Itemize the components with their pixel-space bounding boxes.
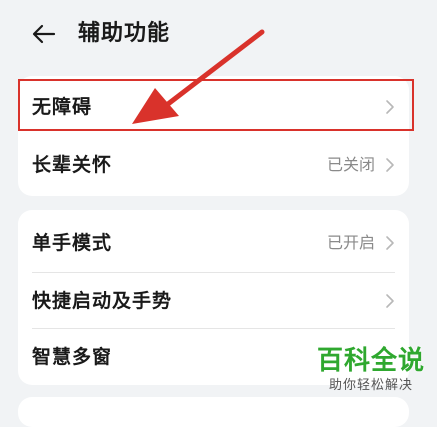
arrow-left-icon[interactable] xyxy=(30,20,58,48)
one-hand-mode-row[interactable]: 单手模式 已开启 xyxy=(18,214,409,272)
row-label: 单手模式 xyxy=(32,232,113,254)
watermark-subtitle: 助你轻松解决 xyxy=(328,378,413,393)
watermark: 百科全说 助你轻松解决 xyxy=(315,345,427,395)
watermark-title: 百科全说 xyxy=(316,346,425,376)
row-label: 长辈关怀 xyxy=(32,154,113,176)
row-value: 已开启 xyxy=(326,233,375,252)
shortcuts-gestures-row[interactable]: 快捷启动及手势 xyxy=(18,272,409,330)
chevron-right-icon xyxy=(386,158,394,172)
elder-care-row[interactable]: 长辈关怀 已关闭 xyxy=(18,136,409,194)
page-title: 辅助功能 xyxy=(78,21,171,46)
row-label: 智慧多窗 xyxy=(32,346,113,368)
chevron-right-icon xyxy=(386,236,394,250)
chevron-right-icon xyxy=(386,294,394,308)
highlight-box xyxy=(18,79,414,131)
header-bar: 辅助功能 xyxy=(0,0,437,70)
row-label: 快捷启动及手势 xyxy=(32,290,173,312)
row-value: 已关闭 xyxy=(326,155,375,174)
settings-group-3 xyxy=(18,397,409,427)
